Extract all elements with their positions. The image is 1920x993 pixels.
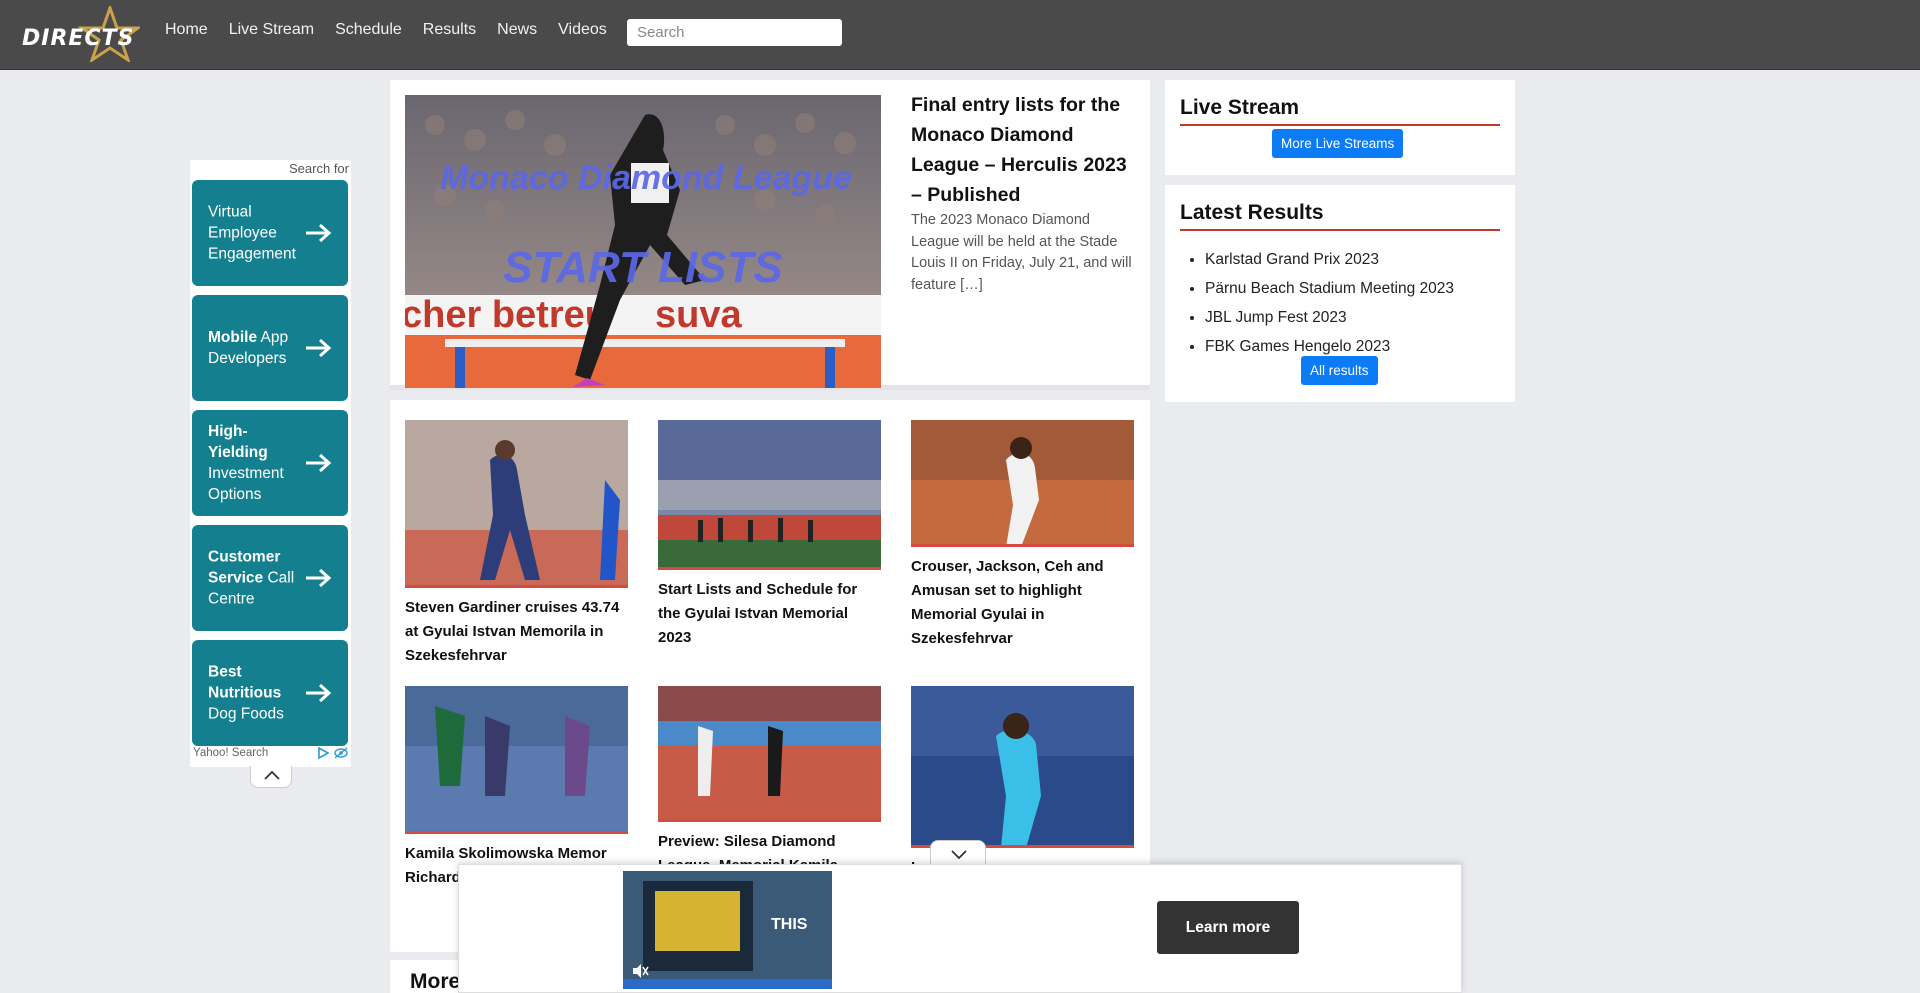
arrow-right-icon	[306, 683, 332, 703]
ad-collapse-toggle[interactable]	[250, 766, 292, 788]
runner-photo	[911, 420, 1134, 544]
chevron-up-icon	[264, 770, 280, 780]
ad-tile-bold: Mobile	[208, 329, 258, 346]
ad-tile-dog-foods[interactable]: Best Nutritious Dog Foods	[192, 640, 348, 746]
news-card[interactable]: Crouser, Jackson, Ceh and Amusan set to …	[911, 420, 1134, 651]
more-title: More	[410, 970, 461, 993]
featured-image[interactable]: cher betreu suva Monaco Diamond League S…	[405, 95, 881, 388]
card-image[interactable]	[405, 686, 628, 834]
adchoices-icon[interactable]	[317, 747, 330, 759]
image-overlay-title: Monaco Diamond League	[440, 159, 852, 197]
ad-tile-text: Best Nutritious Dog Foods	[208, 662, 303, 725]
main-nav: Home Live Stream Schedule Results News V…	[165, 21, 607, 39]
ad-tile-bold: High-Yielding	[208, 423, 268, 461]
news-card[interactable]: Start Lists and Schedule for the Gyulai …	[658, 420, 881, 650]
card-image[interactable]	[911, 686, 1134, 848]
arrow-right-icon	[306, 568, 332, 588]
left-ad-panel: Search for Virtual Employee Engagement M…	[190, 160, 351, 767]
search-input[interactable]	[627, 19, 842, 46]
live-stream-widget: Live Stream More Live Streams	[1165, 80, 1515, 175]
result-item[interactable]: Pärnu Beach Stadium Meeting 2023	[1205, 274, 1505, 303]
result-item[interactable]: Karlstad Grand Prix 2023	[1205, 245, 1505, 274]
hurdler-photo: cher betreu suva	[405, 95, 881, 388]
ad-tile-bold: Best Nutritious	[208, 663, 282, 702]
latest-results-widget: Latest Results Karlstad Grand Prix 2023 …	[1165, 185, 1515, 402]
yahoo-search-label: Yahoo! Search	[193, 747, 269, 759]
more-live-streams-button[interactable]: More Live Streams	[1272, 129, 1404, 158]
video-text: THIS	[771, 916, 808, 933]
card-image[interactable]	[405, 420, 628, 588]
card-image[interactable]	[658, 686, 881, 822]
results-list: Karlstad Grand Prix 2023 Pärnu Beach Sta…	[1205, 245, 1505, 361]
arrow-right-icon	[306, 338, 332, 358]
ad-tile-text: Virtual Employee Engagement	[208, 202, 303, 265]
card-title[interactable]: Start Lists and Schedule for the Gyulai …	[658, 578, 881, 650]
mute-icon[interactable]	[631, 963, 649, 979]
hide-ad-icon[interactable]	[334, 747, 348, 759]
card-title[interactable]: Steven Gardiner cruises 43.74 at Gyulai …	[405, 596, 628, 668]
ad-tile-investment[interactable]: High-Yielding Investment Options	[192, 410, 348, 516]
all-results-button[interactable]: All results	[1301, 356, 1378, 385]
logo-text: DIRECTS	[22, 26, 135, 51]
bottom-ad-toggle[interactable]	[930, 840, 986, 866]
news-card[interactable]: Kamila Skolimowska Memor Richard Impres	[405, 686, 628, 890]
live-stream-title: Live Stream	[1180, 96, 1500, 126]
image-overlay-subtitle: START LISTS	[503, 243, 783, 292]
ad-search-for-label: Search for	[289, 161, 349, 176]
news-card[interactable]: Preview: Silesa Diamond League, Memorial…	[658, 686, 881, 878]
ad-tile-mobile-app[interactable]: Mobile App Developers	[192, 295, 348, 401]
nav-videos[interactable]: Videos	[558, 21, 607, 39]
featured-title[interactable]: Final entry lists for the Monaco Diamond…	[911, 90, 1136, 210]
bottom-ad-banner: THIS Learn more	[458, 864, 1462, 993]
latest-results-title: Latest Results	[1180, 201, 1500, 231]
nav-schedule[interactable]: Schedule	[335, 21, 402, 39]
adchoices[interactable]	[317, 747, 348, 759]
ad-tile-call-centre[interactable]: Customer Service Call Centre	[192, 525, 348, 631]
ad-video[interactable]: THIS	[623, 871, 832, 989]
learn-more-button[interactable]: Learn more	[1157, 901, 1299, 954]
card-title[interactable]: Crouser, Jackson, Ceh and Amusan set to …	[911, 555, 1134, 651]
site-logo[interactable]: DIRECTS	[20, 6, 140, 62]
card-image[interactable]	[911, 420, 1134, 547]
ad-tile-rest: Dog Foods	[208, 705, 284, 723]
race-photo	[658, 686, 881, 819]
arrow-right-icon	[306, 223, 332, 243]
women-sprint-photo	[405, 686, 628, 831]
banner-text: cher betreu	[405, 294, 608, 336]
sprinter-photo	[405, 420, 628, 585]
ad-tile-text: Customer Service Call Centre	[208, 547, 303, 610]
featured-article: cher betreu suva Monaco Diamond League S…	[390, 80, 1150, 390]
card-image[interactable]	[658, 420, 881, 570]
featured-excerpt: The 2023 Monaco Diamond League will be h…	[911, 212, 1132, 293]
news-card[interactable]: Steven Gardiner cruises 43.74 at Gyulai …	[405, 420, 628, 668]
ad-tile-rest: Investment Options	[208, 465, 284, 503]
chevron-down-icon	[951, 850, 967, 860]
nav-live-stream[interactable]: Live Stream	[229, 21, 314, 39]
tebogo-photo	[911, 686, 1134, 845]
ad-tile-virtual-employee[interactable]: Virtual Employee Engagement	[192, 180, 348, 286]
ad-tile-text: High-Yielding Investment Options	[208, 421, 303, 505]
banner-text: suva	[655, 294, 742, 336]
arrow-right-icon	[306, 453, 332, 473]
nav-results[interactable]: Results	[423, 21, 476, 39]
nav-news[interactable]: News	[497, 21, 537, 39]
result-item[interactable]: JBL Jump Fest 2023	[1205, 303, 1505, 332]
nav-home[interactable]: Home	[165, 21, 208, 39]
stadium-photo	[658, 420, 881, 567]
ad-tile-bold: Virtual Employee Engagement	[208, 203, 296, 263]
ad-tile-text: Mobile App Developers	[208, 327, 303, 369]
navbar: DIRECTS Home Live Stream Schedule Result…	[0, 0, 1920, 70]
